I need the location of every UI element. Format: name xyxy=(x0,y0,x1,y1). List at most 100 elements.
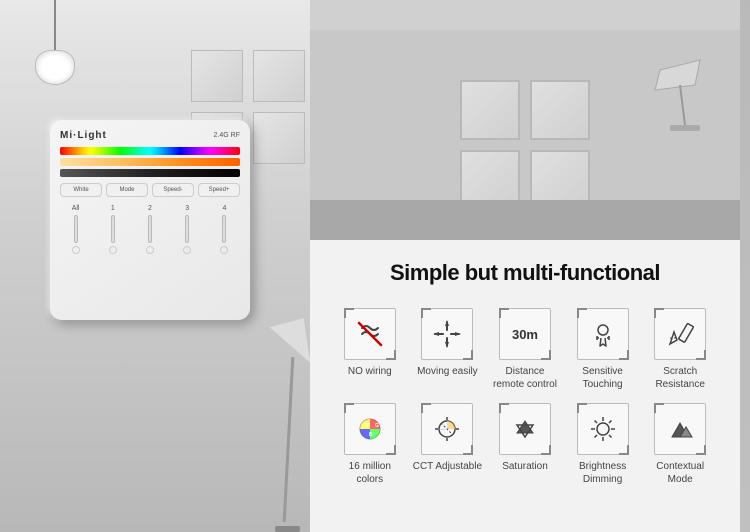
features-section: Simple but multi-functional NO wiring xyxy=(310,240,740,532)
features-grid: NO wiring Moving easily xyxy=(335,308,715,486)
speed-up-button[interactable]: Speed+ xyxy=(198,183,240,197)
controller-header: Mi·Light 2.4G RF xyxy=(60,130,240,141)
feature-no-wiring: NO wiring xyxy=(335,308,405,391)
feature-distance: 30m Distance remote control xyxy=(490,308,560,391)
colors-icon-box: R G B xyxy=(344,403,396,455)
mode-button[interactable]: Mode xyxy=(106,183,148,197)
milight-brand: Mi·Light xyxy=(60,130,107,141)
slider-2 xyxy=(111,215,115,243)
cct-icon-box xyxy=(421,403,473,455)
wall-panel-4 xyxy=(253,112,305,164)
moving-icon xyxy=(431,318,463,350)
zone-4-label: 4 xyxy=(222,205,226,212)
colors-icon: R G B xyxy=(354,413,386,445)
brightness-icon xyxy=(587,413,619,445)
control-buttons: White Mode Speed- Speed+ xyxy=(60,183,240,197)
feature-brightness: Brightness Dimming xyxy=(568,403,638,486)
zone-4-dot xyxy=(220,246,228,254)
saturation-icon-box xyxy=(499,403,551,455)
zone-2-sliders xyxy=(148,215,152,243)
scratch-label: Scratch Resistance xyxy=(645,365,715,391)
zone-3-dot xyxy=(183,246,191,254)
milight-controller: Mi·Light 2.4G RF White Mode Speed- Speed… xyxy=(50,120,250,320)
saturation-icon xyxy=(509,413,541,445)
room-image-area xyxy=(310,0,740,240)
scratch-resistance-icon xyxy=(664,318,696,350)
room-ceiling xyxy=(310,0,740,30)
moving-icon-box xyxy=(421,308,473,360)
cct-label: CCT Adjustable xyxy=(413,460,482,473)
distance-icon-box: 30m xyxy=(499,308,551,360)
zone-3-label: 3 xyxy=(185,205,189,212)
floor-lamp xyxy=(225,312,315,532)
wall-panel-2 xyxy=(253,50,305,102)
floor-lamp-pole xyxy=(283,357,295,522)
left-room-scene: Mi·Light 2.4G RF White Mode Speed- Speed… xyxy=(0,0,320,532)
zone-4: 4 xyxy=(209,205,240,254)
speed-down-button[interactable]: Speed- xyxy=(152,183,194,197)
room-wall xyxy=(310,30,740,200)
zone-controls: All 1 2 3 xyxy=(60,205,240,254)
zone-all-label: All xyxy=(72,205,80,212)
zone-2: 2 xyxy=(134,205,165,254)
right-panel: Simple but multi-functional NO wiring xyxy=(310,0,740,532)
slider-1 xyxy=(74,215,78,243)
distance-label: Distance remote control xyxy=(490,365,560,391)
feature-saturation: Saturation xyxy=(490,403,560,486)
wall-panel-1 xyxy=(191,50,243,102)
room-floor xyxy=(310,200,740,240)
white-button[interactable]: White xyxy=(60,183,102,197)
zone-1-sliders xyxy=(111,215,115,243)
scratch-icon-box xyxy=(654,308,706,360)
svg-text:R: R xyxy=(365,423,369,429)
contextual-icon-box xyxy=(654,403,706,455)
zone-1-label: 1 xyxy=(111,205,115,212)
slider-3 xyxy=(148,215,152,243)
no-wiring-icon xyxy=(354,318,386,350)
brightness-label: Brightness Dimming xyxy=(568,460,638,486)
no-wiring-icon-box xyxy=(344,308,396,360)
room-frame-1 xyxy=(460,80,520,140)
touch-icon xyxy=(587,318,619,350)
no-wiring-label: NO wiring xyxy=(348,365,392,378)
room-frame-2 xyxy=(530,80,590,140)
moving-label: Moving easily xyxy=(417,365,478,378)
zone-all-sliders xyxy=(74,215,78,243)
warm-color-bar xyxy=(60,158,240,166)
svg-text:B: B xyxy=(369,432,373,438)
feature-contextual: Contextual Mode xyxy=(645,403,715,486)
distance-display: 30m xyxy=(500,309,550,359)
svg-text:G: G xyxy=(375,423,379,429)
touch-label: Sensitive Touching xyxy=(568,365,638,391)
section-title: Simple but multi-functional xyxy=(335,260,715,286)
feature-scratch: Scratch Resistance xyxy=(645,308,715,391)
room-wall-frames xyxy=(460,80,590,210)
dark-bar xyxy=(60,169,240,177)
contextual-label: Contextual Mode xyxy=(645,460,715,486)
color-spectrum-bar xyxy=(60,147,240,155)
zone-1-dot xyxy=(109,246,117,254)
zone-2-label: 2 xyxy=(148,205,152,212)
zone-all: All xyxy=(60,205,91,254)
feature-touch: Sensitive Touching xyxy=(568,308,638,391)
cct-icon xyxy=(431,413,463,445)
zone-1: 1 xyxy=(97,205,128,254)
lamp-cord xyxy=(54,0,56,50)
feature-cct: CCT Adjustable xyxy=(413,403,483,486)
slider-5 xyxy=(222,215,226,243)
zone-3-sliders xyxy=(185,215,189,243)
brightness-icon-box xyxy=(577,403,629,455)
contextual-icon xyxy=(664,413,696,445)
zone-all-dot xyxy=(72,246,80,254)
feature-moving: Moving easily xyxy=(413,308,483,391)
room-desk-lamp xyxy=(650,50,710,155)
slider-4 xyxy=(185,215,189,243)
feature-colors: R G B 16 million colors xyxy=(335,403,405,486)
color-bars xyxy=(60,147,240,177)
lamp-shade xyxy=(35,50,75,85)
zone-3: 3 xyxy=(172,205,203,254)
touch-icon-box xyxy=(577,308,629,360)
floor-lamp-base xyxy=(275,526,300,532)
rf-frequency: 2.4G RF xyxy=(214,132,240,139)
zone-4-sliders xyxy=(222,215,226,243)
